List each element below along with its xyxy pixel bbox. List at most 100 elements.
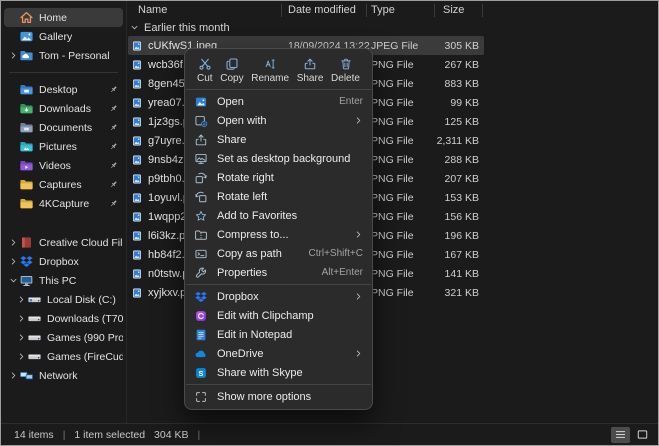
sidebar-item[interactable]: Games (FireCuda 530) (F:): [4, 347, 123, 366]
chev-r-icon[interactable]: [9, 238, 18, 247]
column-header-type[interactable]: Type: [367, 4, 435, 17]
selection-count: 1 item selected: [74, 429, 145, 441]
sidebar-item[interactable]: Videos: [4, 156, 123, 175]
pin-icon: [108, 179, 119, 190]
sidebar-item-label: Documents: [39, 122, 92, 134]
file-type-cell: PNG File: [367, 230, 435, 242]
menu-item[interactable]: Set as desktop background: [185, 149, 372, 168]
sidebar-item[interactable]: Network: [4, 366, 123, 385]
trash-icon: [339, 57, 353, 71]
sidebar-item[interactable]: Dropbox: [4, 252, 123, 271]
sidebar-item[interactable]: Local Disk (C:): [4, 290, 123, 309]
chev-r-icon[interactable]: [17, 352, 26, 361]
sidebar-item[interactable]: Pictures: [4, 137, 123, 156]
imgfile-icon: [131, 40, 143, 52]
sidebar-item[interactable]: Tom - Personal: [4, 46, 123, 65]
toolbar-button[interactable]: Rename: [251, 57, 289, 84]
imgfile-icon: [131, 59, 143, 71]
expander[interactable]: [15, 295, 27, 304]
expander[interactable]: [15, 314, 27, 323]
expander[interactable]: [15, 333, 27, 342]
imgfile-icon: [131, 135, 143, 147]
group-header[interactable]: Earlier this month: [128, 19, 658, 36]
chev-d-icon[interactable]: [9, 276, 18, 285]
menu-item-label: Edit with Clipchamp: [217, 310, 314, 322]
f-pics-icon: [19, 139, 34, 154]
sidebar-item-label: Home: [39, 12, 67, 24]
pin-icon: [108, 141, 119, 152]
menu-item-shortcut: Ctrl+Shift+C: [309, 248, 363, 259]
sidebar-item[interactable]: Downloads: [4, 99, 123, 118]
menu-item[interactable]: Rotate left: [185, 187, 372, 206]
sidebar-item-label: Pictures: [39, 141, 77, 153]
rot-l-icon: [194, 190, 208, 204]
expander[interactable]: [15, 352, 27, 361]
sidebar-tree-section: Creative Cloud Files Dropbox This PC Loc…: [1, 233, 126, 385]
sidebar-item[interactable]: 4KCapture: [4, 194, 123, 213]
sidebar-item[interactable]: Home: [4, 8, 123, 27]
share2-icon: [194, 133, 208, 147]
star-icon: [194, 209, 208, 223]
toolbar-button[interactable]: Delete: [331, 57, 360, 84]
menu-item-label: Properties: [217, 267, 267, 279]
menu-item-label: Rotate left: [217, 191, 267, 203]
menu-item[interactable]: Add to Favorites: [185, 206, 372, 225]
pin-icon: [108, 103, 119, 114]
menu-item[interactable]: OneDrive: [185, 344, 372, 363]
toolbar-button[interactable]: Cut: [197, 57, 213, 84]
chev-r-icon[interactable]: [9, 371, 18, 380]
sidebar-item[interactable]: Gallery: [4, 27, 123, 46]
file-type-cell: PNG File: [367, 97, 435, 109]
chev-r-icon[interactable]: [17, 333, 26, 342]
status-separator: |: [198, 429, 201, 441]
sidebar-divider: [9, 72, 118, 73]
chev-r-icon[interactable]: [17, 295, 26, 304]
toolbar-button[interactable]: Share: [297, 57, 324, 84]
expander[interactable]: [7, 238, 19, 247]
menu-separator: [186, 284, 371, 285]
sidebar-item[interactable]: This PC: [4, 271, 123, 290]
context-menu: Cut Copy Rename Share Delete: [184, 48, 373, 410]
menu-item[interactable]: Edit in Notepad: [185, 325, 372, 344]
cut-icon: [198, 57, 212, 71]
chev-r-icon[interactable]: [17, 314, 26, 323]
menu-item[interactable]: Open with: [185, 111, 372, 130]
toolbar-button-label: Cut: [197, 73, 213, 84]
file-type-cell: PNG File: [367, 78, 435, 90]
expander[interactable]: [7, 276, 19, 285]
column-header-size[interactable]: Size: [435, 4, 483, 17]
details-view-button[interactable]: [611, 427, 630, 443]
thumbnail-view-button[interactable]: [633, 427, 652, 443]
sidebar-item[interactable]: Desktop: [4, 80, 123, 99]
menu-item[interactable]: Share with Skype: [185, 363, 372, 382]
menu-item[interactable]: Compress to...: [185, 225, 372, 244]
menu-item[interactable]: Dropbox: [185, 287, 372, 306]
menu-item[interactable]: Properties Alt+Enter: [185, 263, 372, 282]
column-header-date-modified[interactable]: Date modified: [282, 4, 367, 17]
chev-r-icon[interactable]: [9, 257, 18, 266]
menu-item[interactable]: Share: [185, 130, 372, 149]
menu-item[interactable]: Show more options: [185, 387, 372, 406]
expander[interactable]: [7, 371, 19, 380]
file-size-cell: 141 KB: [435, 268, 479, 280]
menu-item[interactable]: Rotate right: [185, 168, 372, 187]
menu-item[interactable]: Edit with Clipchamp: [185, 306, 372, 325]
skype-icon: [194, 366, 208, 380]
toolbar-button[interactable]: Copy: [220, 57, 243, 84]
column-header-name[interactable]: Name: [128, 4, 282, 17]
menu-item[interactable]: Open Enter: [185, 92, 372, 111]
expander[interactable]: [7, 257, 19, 266]
rename-icon: [263, 57, 277, 71]
menu-item[interactable]: Copy as path Ctrl+Shift+C: [185, 244, 372, 263]
sidebar-item[interactable]: Games (990 Pro) (E:): [4, 328, 123, 347]
sidebar-item[interactable]: Downloads (T700) (D:): [4, 309, 123, 328]
file-size-cell: 99 KB: [435, 97, 479, 109]
status-separator: |: [63, 429, 66, 441]
menu-separator: [186, 384, 371, 385]
network-icon: [19, 368, 34, 383]
expander[interactable]: [7, 51, 19, 60]
sidebar-item[interactable]: Documents: [4, 118, 123, 137]
sidebar-item[interactable]: Captures: [4, 175, 123, 194]
chev-r-icon[interactable]: [9, 51, 18, 60]
sidebar-item[interactable]: Creative Cloud Files: [4, 233, 123, 252]
